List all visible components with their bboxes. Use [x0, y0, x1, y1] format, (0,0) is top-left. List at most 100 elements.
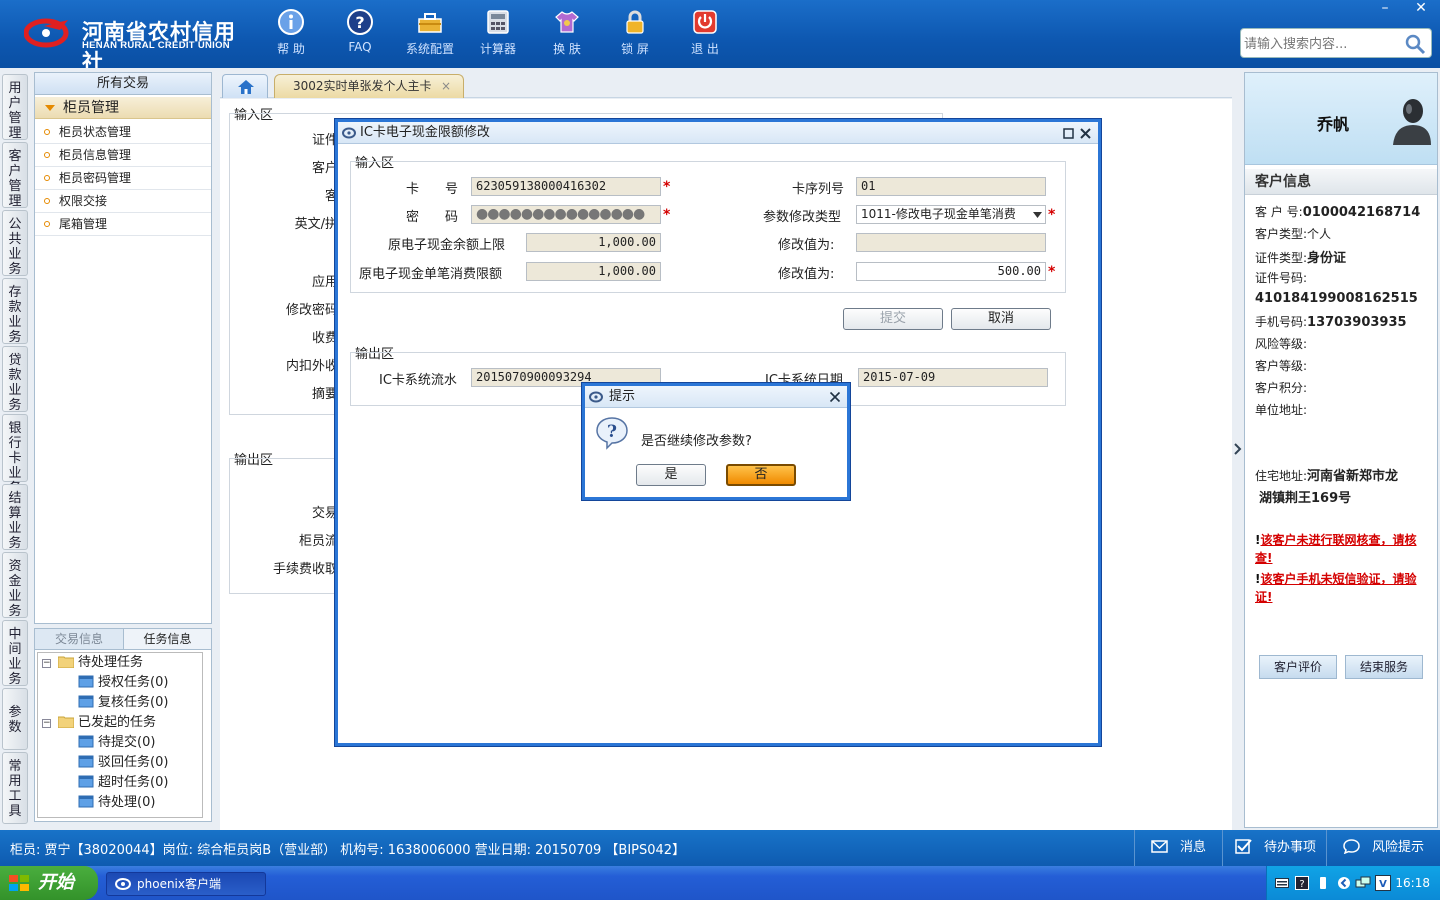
vtab-common-tools[interactable]: 常用工具 [2, 752, 28, 824]
tree-node-label: 授权任务(0) [98, 675, 169, 690]
folder-icon [58, 716, 74, 728]
info-customer-level: 客户等级: [1255, 359, 1308, 373]
menu-item-teller-password[interactable]: 柜员密码管理 [35, 167, 211, 190]
taskbar-app-phoenix[interactable]: phoenix客户端 [106, 872, 266, 896]
single-limit-field[interactable]: 1,000.00 [526, 262, 661, 281]
info-id-no-label: 证件号码: [1255, 271, 1308, 285]
collapse-toggle-icon[interactable]: − [42, 659, 51, 668]
menu-item-teller-info[interactable]: 柜员信息管理 [35, 144, 211, 167]
status-bar: 柜员: 贾宁【38020044】岗位: 综合柜员岗B（营业部） 机构号: 163… [0, 830, 1440, 866]
minimize-button[interactable]: – [1368, 0, 1402, 19]
vtab-public-business[interactable]: 公共业务 [2, 210, 28, 277]
confirm-no-button[interactable]: 否 [726, 464, 796, 486]
submit-button[interactable]: 提交 [843, 308, 943, 330]
cancel-button[interactable]: 取消 [951, 308, 1051, 330]
bullet-icon [44, 129, 50, 135]
vtab-user-management[interactable]: 用户管理 [2, 74, 28, 141]
tree-node-timeout[interactable]: 超时任务(0) [78, 773, 168, 793]
menu-item-teller-status[interactable]: 柜员状态管理 [35, 121, 211, 144]
risk-alert-label: 风险提示 [1372, 840, 1425, 855]
vtab-customer-management[interactable]: 客户管理 [2, 142, 28, 209]
bullet-icon [44, 175, 50, 181]
exit-tool[interactable]: 退 出 [670, 8, 740, 60]
password-field[interactable]: ●●●●●●●●●●●●●●● [471, 205, 661, 224]
modify-value-field-2[interactable]: 500.00 [856, 262, 1046, 281]
chat-bubble-icon [1343, 839, 1360, 854]
vtab-parameters[interactable]: 参数 [2, 688, 28, 750]
expand-triangle-icon [45, 105, 55, 111]
vtab-settlement-business[interactable]: 结算业务 [2, 484, 28, 551]
messages-button[interactable]: 消息 [1134, 830, 1220, 866]
vtab-loan-business[interactable]: 贷款业务 [2, 346, 28, 413]
tree-node-auth-task[interactable]: 授权任务(0) [78, 673, 168, 693]
close-icon[interactable] [1079, 127, 1092, 140]
tree-node-pending[interactable]: 待处理任务 [58, 653, 143, 673]
ic-date-field[interactable]: 2015-07-09 [858, 368, 1048, 387]
confirm-titlebar: 提示 [585, 386, 847, 408]
app-header: 河南省农村信用社 HENAN RURAL CREDIT UNION 帮 助 ? … [0, 0, 1440, 74]
customer-evaluation-button[interactable]: 客户评价 [1259, 655, 1337, 679]
keyboard-icon[interactable] [1275, 878, 1289, 888]
card-no-label: 卡 号 [406, 182, 459, 197]
start-button[interactable]: 开始 [0, 866, 98, 900]
faq-tool[interactable]: ? FAQ [325, 8, 395, 60]
tab-close-icon[interactable]: × [441, 75, 451, 97]
tab-task-info[interactable]: 任务信息 [123, 629, 211, 649]
help-tool[interactable]: 帮 助 [256, 8, 326, 60]
menu-item-permission-handover[interactable]: 权限交接 [35, 190, 211, 213]
modify-value-label-2: 修改值为: [778, 267, 835, 282]
param-type-select[interactable]: 1011-修改电子现金单笔消费 [856, 205, 1046, 224]
maximize-icon[interactable] [1063, 128, 1074, 139]
all-transactions-header[interactable]: 所有交易 [35, 73, 211, 95]
tree-node-review-task[interactable]: 复核任务(0) [78, 693, 168, 713]
collapse-panel-handle[interactable] [1232, 430, 1242, 470]
teller-management-group[interactable]: 柜员管理 [35, 97, 211, 119]
todo-button[interactable]: 待办事项 [1222, 830, 1324, 866]
vtab-intermediary-business[interactable]: 中间业务 [2, 620, 28, 687]
vtab-card-business[interactable]: 银行卡业务 [2, 414, 28, 496]
menu-item-tail-box[interactable]: 尾箱管理 [35, 213, 211, 236]
tab-3002-card-issue[interactable]: 3002实时单张发个人主卡 × [274, 74, 464, 98]
required-mark: * [1048, 264, 1056, 280]
menu-item-label: 柜员密码管理 [59, 171, 132, 185]
lock-icon [626, 10, 644, 34]
collapse-toggle-icon[interactable]: − [42, 719, 51, 728]
warning-sms-verify[interactable]: !该客户手机未短信验证，请验 证! [1255, 570, 1435, 606]
network-icon[interactable] [1355, 875, 1371, 891]
question-icon: ? [347, 9, 373, 35]
confirm-yes-button[interactable]: 是 [636, 464, 706, 486]
risk-alert-button[interactable]: 风险提示 [1326, 830, 1440, 866]
tab-transaction-info[interactable]: 交易信息 [35, 629, 123, 649]
dialog-titlebar: IC卡电子现金限额修改 [338, 122, 1098, 144]
bullet-icon [44, 198, 50, 204]
help-tray-icon[interactable]: ? [1295, 876, 1309, 890]
search-icon[interactable] [1403, 32, 1427, 56]
close-window-button[interactable]: ✕ [1404, 0, 1438, 19]
lock-screen-tool[interactable]: 锁 屏 [600, 8, 670, 60]
calculator-icon [487, 10, 509, 34]
power-tray-icon[interactable] [1317, 876, 1329, 890]
ime-icon[interactable]: V [1375, 875, 1391, 891]
vtab-fund-business[interactable]: 资金业务 [2, 552, 28, 619]
tree-node-rejected[interactable]: 驳回任务(0) [78, 753, 168, 773]
folder-icon [58, 656, 74, 668]
card-no-field[interactable]: 623059138000416302 [471, 177, 661, 196]
tree-node-to-process[interactable]: 待处理(0) [78, 793, 155, 813]
vtab-deposit-business[interactable]: 存款业务 [2, 278, 28, 345]
end-service-button[interactable]: 结束服务 [1345, 655, 1423, 679]
chevron-left-icon[interactable] [1337, 876, 1351, 890]
system-config-tool[interactable]: 系统配置 [395, 8, 465, 60]
skin-tool[interactable]: 换 肤 [532, 8, 602, 60]
confirm-message: 是否继续修改参数? [641, 434, 752, 449]
balance-limit-field[interactable]: 1,000.00 [526, 233, 661, 252]
tree-node-to-submit[interactable]: 待提交(0) [78, 733, 155, 753]
close-icon[interactable] [829, 391, 841, 403]
warning-network-check[interactable]: !该客户未进行联网核查，请核 查! [1255, 531, 1435, 567]
search-input[interactable] [1244, 34, 1404, 54]
home-tab[interactable] [222, 74, 268, 98]
calculator-tool[interactable]: 计算器 [463, 8, 533, 60]
calculator-tool-label: 计算器 [479, 42, 516, 56]
card-seq-field[interactable]: 01 [856, 177, 1046, 196]
tree-node-initiated[interactable]: 已发起的任务 [58, 713, 156, 733]
modify-value-field-1[interactable] [856, 233, 1046, 252]
